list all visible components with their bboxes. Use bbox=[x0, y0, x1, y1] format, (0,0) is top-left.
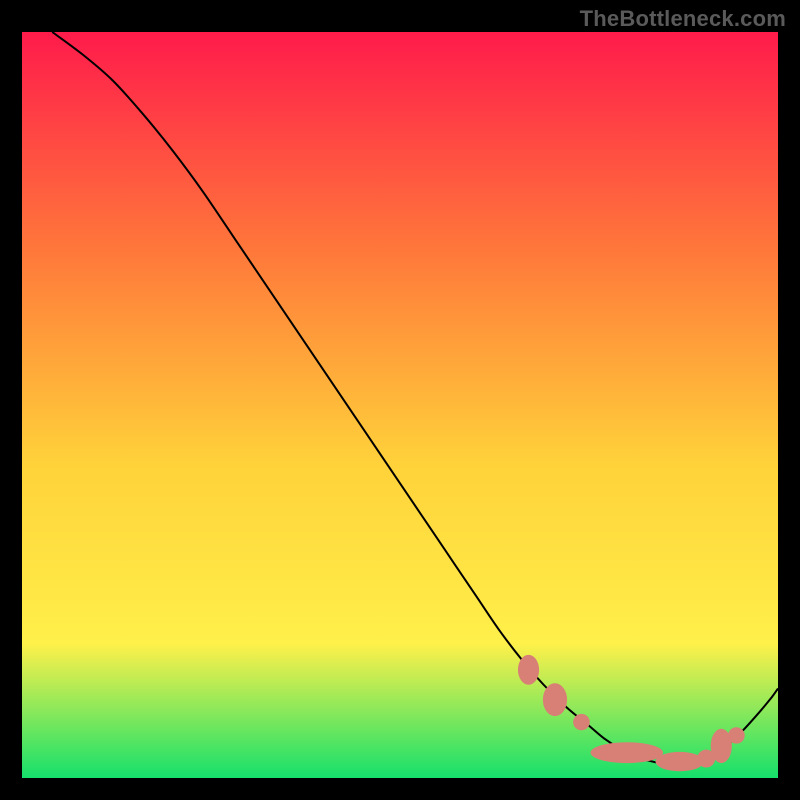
plot-area bbox=[22, 32, 778, 778]
watermark-text: TheBottleneck.com bbox=[580, 6, 786, 32]
chart-frame: TheBottleneck.com bbox=[0, 0, 800, 800]
curve-marker bbox=[573, 714, 590, 730]
curve-marker bbox=[728, 727, 745, 743]
curve-marker bbox=[656, 752, 704, 771]
plot-svg bbox=[22, 32, 778, 778]
curve-marker bbox=[518, 655, 539, 685]
gradient-background bbox=[22, 32, 778, 778]
curve-marker bbox=[543, 683, 567, 716]
curve-marker bbox=[591, 742, 664, 763]
